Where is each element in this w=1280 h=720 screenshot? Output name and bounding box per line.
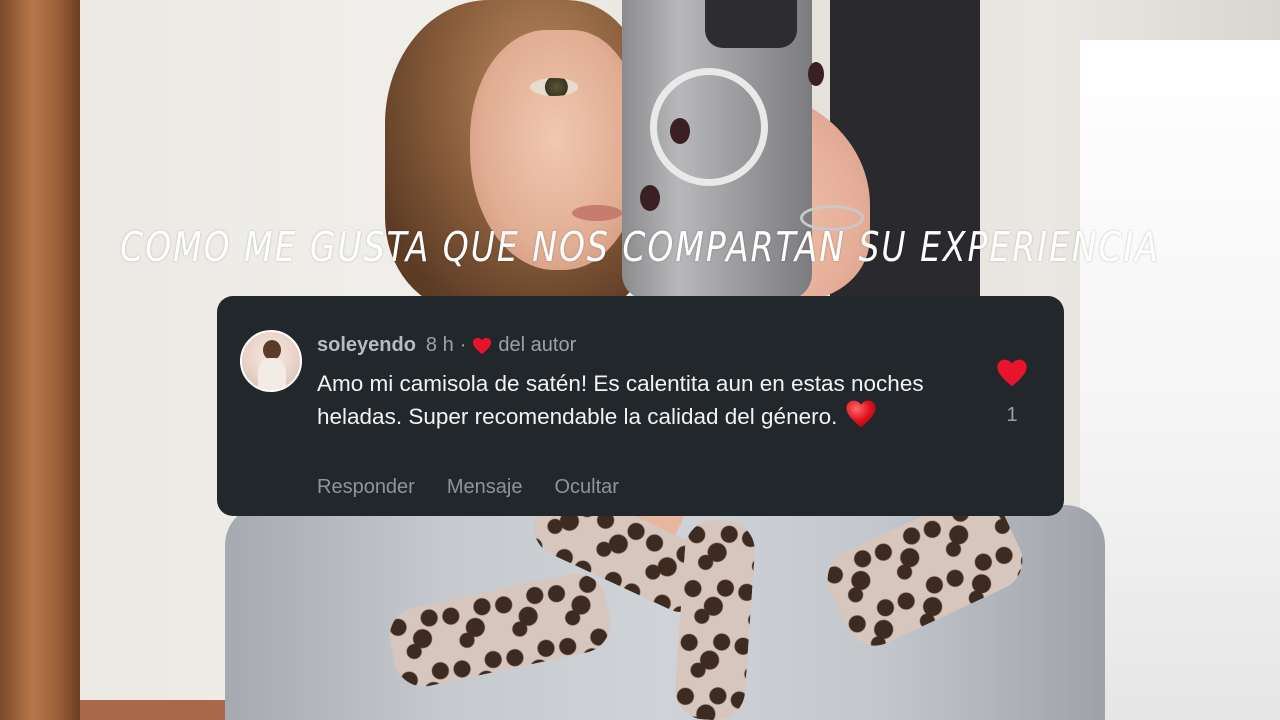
wooden-door-frame — [0, 0, 80, 720]
reply-button[interactable]: Responder — [317, 476, 415, 499]
comment-actions: Responder Mensaje Ocultar — [317, 476, 619, 499]
avatar[interactable] — [240, 330, 302, 392]
leopard-print-trim — [673, 517, 757, 720]
message-button[interactable]: Mensaje — [447, 476, 523, 499]
fingernail — [808, 62, 824, 86]
comment-card: soleyendo 8 h · del autor Amo mi camisol… — [217, 296, 1064, 516]
separator: · — [459, 334, 467, 356]
phone-camera — [705, 0, 797, 48]
fingernail — [640, 185, 660, 211]
comment-text: Amo mi camisola de satén! Es calentita a… — [317, 368, 937, 432]
eye — [530, 78, 578, 96]
liked-by-author-label: del autor — [498, 334, 577, 356]
like-count: 1 — [1006, 404, 1018, 426]
comment-meta: soleyendo 8 h · del autor — [317, 334, 576, 357]
like-control: 1 — [995, 358, 1029, 427]
comment-time: 8 h — [425, 334, 454, 356]
heart-icon — [472, 337, 492, 355]
video-caption: Como me gusta que nos compartan su exper… — [120, 222, 1160, 271]
like-heart-icon[interactable] — [996, 358, 1028, 388]
fingernail — [670, 118, 690, 144]
floor-trim — [80, 700, 240, 720]
red-heart-emoji-icon — [845, 399, 877, 429]
bright-wall-panel — [1080, 40, 1280, 720]
magsafe-ring — [650, 68, 768, 186]
lips — [572, 205, 622, 221]
username[interactable]: soleyendo — [317, 334, 416, 357]
comment-text-content: Amo mi camisola de satén! Es calentita a… — [317, 371, 924, 429]
hide-button[interactable]: Ocultar — [554, 476, 618, 499]
